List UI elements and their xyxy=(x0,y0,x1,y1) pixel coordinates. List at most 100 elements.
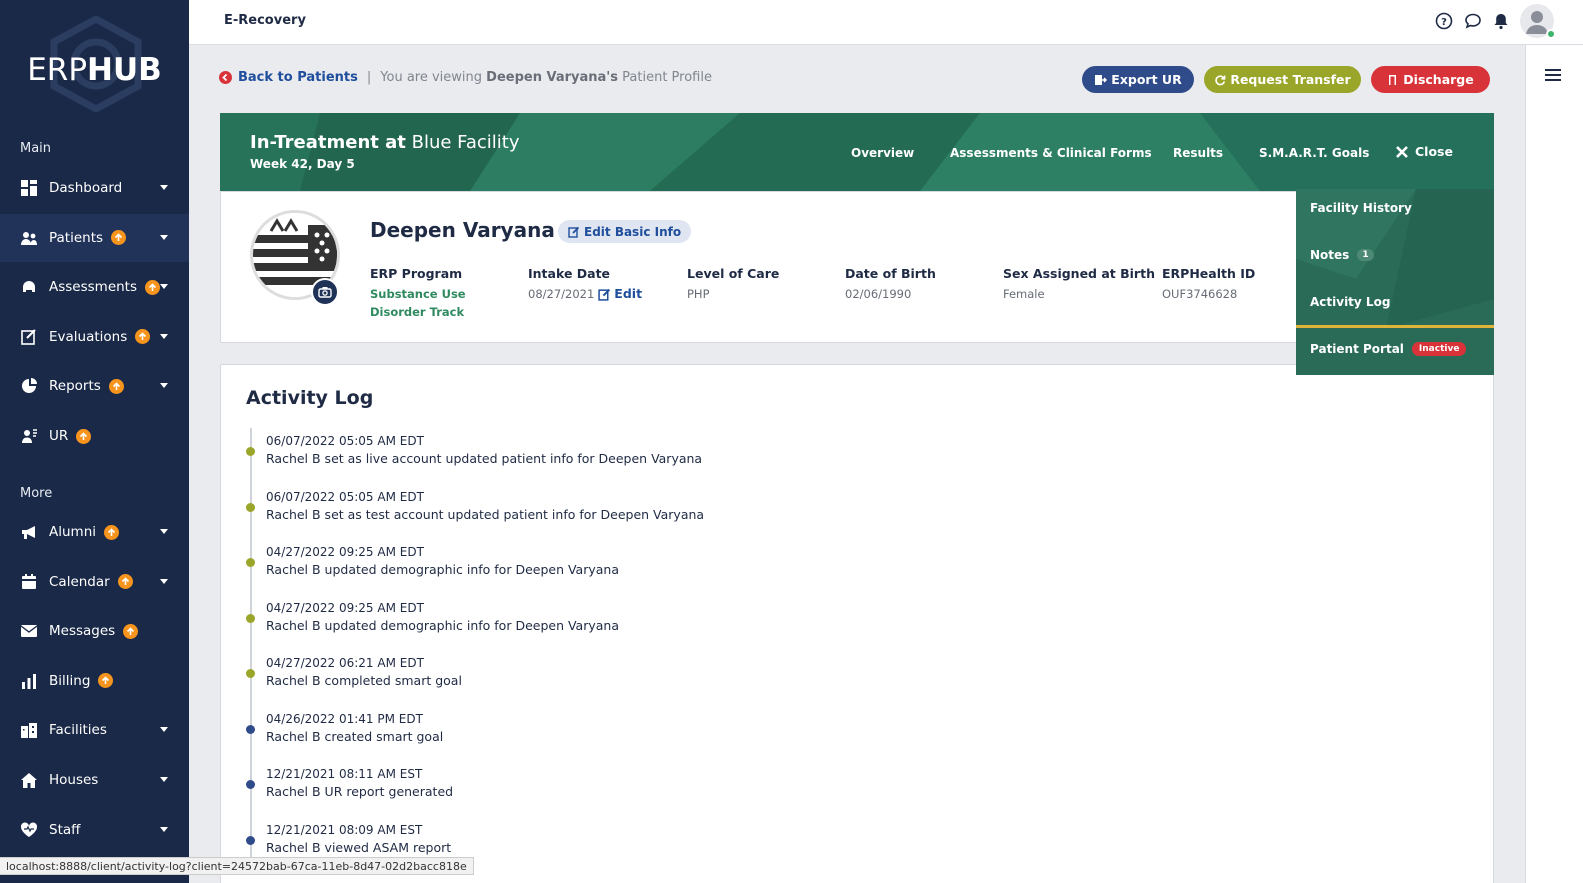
activity-timestamp: 04/27/2022 09:25 AM EDT xyxy=(266,600,424,615)
sidebar-item-label: Alumni xyxy=(49,524,96,540)
activity-entry: 04/26/2022 01:41 PM EDT Rachel B created … xyxy=(266,712,443,744)
patient-menu-dropdown: Facility History Notes 1 Activity Log Pa… xyxy=(1296,189,1494,375)
sidebar-item-label: Assessments xyxy=(49,279,138,296)
erphub-logo[interactable]: ERPHUB xyxy=(0,14,189,114)
timeline-dot xyxy=(246,835,255,845)
edit-icon xyxy=(598,288,611,301)
edit-basic-info-button[interactable]: Edit Basic Info xyxy=(558,220,692,243)
sidebar-item-houses[interactable]: Houses xyxy=(0,756,189,804)
intake-date-edit-link[interactable]: Edit xyxy=(598,285,642,303)
activity-entry: 06/07/2022 05:05 AM EDT Rachel B set as t… xyxy=(266,490,704,522)
intake-date-label: Intake Date xyxy=(528,266,611,281)
intake-date-value: 08/27/2021 xyxy=(528,287,595,301)
hamburger-menu-icon[interactable] xyxy=(1545,69,1561,81)
calendar-icon xyxy=(20,573,38,591)
arrow-up-circle-icon xyxy=(98,673,114,689)
tab-smart-goals[interactable]: S.M.A.R.T. Goals xyxy=(1259,146,1369,160)
date-of-birth-value: 02/06/1990 xyxy=(845,287,912,301)
field-sex-assigned: Sex Assigned at Birth Female xyxy=(1003,266,1155,303)
sidebar-item-label: Calendar xyxy=(49,573,110,590)
request-transfer-button[interactable]: Request Transfer xyxy=(1204,66,1361,93)
field-date-of-birth: Date of Birth 02/06/1990 xyxy=(845,266,936,303)
sidebar-item-label: Billing xyxy=(49,672,91,689)
sidebar-item-label: UR xyxy=(49,428,69,444)
sidebar-item-billing[interactable]: Billing xyxy=(0,657,189,705)
facility-name: Blue Facility xyxy=(411,132,520,153)
date-of-birth-label: Date of Birth xyxy=(845,266,936,281)
sidebar-item-calendar[interactable]: Calendar xyxy=(0,558,189,606)
chevron-down-icon xyxy=(160,777,168,782)
chevron-down-icon xyxy=(160,185,168,190)
sidebar-item-dashboard[interactable]: Dashboard xyxy=(0,164,189,212)
activity-timestamp: 06/07/2022 05:05 AM EDT xyxy=(266,434,424,448)
export-ur-label: Export UR xyxy=(1111,72,1182,87)
chevron-down-icon xyxy=(160,529,168,534)
activity-entry: 06/07/2022 05:05 AM EDT Rachel B set as l… xyxy=(266,434,702,466)
sidebar-item-facilities[interactable]: Facilities xyxy=(0,706,189,754)
notes-label: Notes xyxy=(1310,248,1350,262)
refresh-icon xyxy=(1215,74,1226,85)
top-bar: E-Recovery ? xyxy=(189,0,1583,45)
menu-notes[interactable]: Notes 1 xyxy=(1310,248,1374,262)
activity-timestamp: 12/21/2021 08:11 AM EST xyxy=(266,767,423,781)
svg-text:?: ? xyxy=(1441,17,1447,28)
sidebar-item-messages[interactable]: Messages xyxy=(0,607,189,655)
sidebar-item-assessments[interactable]: Assessments xyxy=(0,263,189,311)
sidebar-item-label: Houses xyxy=(49,772,99,788)
activity-entry: 12/21/2021 08:11 AM EST Rachel B UR repor… xyxy=(266,767,453,799)
arrow-up-circle-icon xyxy=(123,623,139,639)
sidebar-item-alumni[interactable]: Alumni xyxy=(0,508,189,556)
timeline-dot xyxy=(246,780,255,789)
sidebar-item-patients[interactable]: Patients xyxy=(0,213,189,262)
camera-upload-icon[interactable] xyxy=(311,278,339,306)
close-menu-button[interactable]: Close xyxy=(1395,144,1453,159)
tab-overview[interactable]: Overview xyxy=(851,146,914,160)
sidebar-item-reports[interactable]: Reports xyxy=(0,362,189,410)
sex-assigned-value: Female xyxy=(1003,287,1045,301)
patient-portal-label: Patient Portal xyxy=(1310,342,1404,356)
alumni-icon xyxy=(20,523,38,541)
browser-status-url: localhost:8888/client/activity-log?clien… xyxy=(0,857,474,875)
arrow-up-circle-icon xyxy=(76,428,92,444)
close-label: Close xyxy=(1415,144,1453,159)
sidebar-item-staff[interactable]: Staff xyxy=(0,806,189,854)
help-icon[interactable]: ? xyxy=(1435,12,1453,30)
export-ur-button[interactable]: Export UR xyxy=(1082,66,1194,93)
sidebar-item-label: Reports xyxy=(49,378,101,395)
menu-patient-portal[interactable]: Patient Portal Inactive xyxy=(1310,342,1467,356)
logo-text: ERPHUB xyxy=(27,52,162,88)
erphealth-id-label: ERPHealth ID xyxy=(1162,266,1256,281)
field-erphealth-id: ERPHealth ID OUF3746628 xyxy=(1162,266,1255,303)
timeline-dot xyxy=(246,447,255,456)
evaluations-icon xyxy=(20,328,38,346)
level-of-care-label: Level of Care xyxy=(687,266,780,281)
arrow-up-circle-icon xyxy=(104,524,119,540)
sidebar-item-label: Patients xyxy=(49,229,104,246)
houses-icon xyxy=(20,771,38,789)
activity-description: Rachel B created smart goal xyxy=(266,728,444,744)
activity-entry: 04/27/2022 09:25 AM EDT Rachel B updated … xyxy=(266,545,619,577)
chevron-down-icon xyxy=(160,284,168,290)
activity-description: Rachel B updated demographic info for De… xyxy=(266,617,619,633)
activity-log-menu-label: Activity Log xyxy=(1310,295,1391,309)
activity-timestamp: 04/26/2022 01:41 PM EDT xyxy=(266,711,423,726)
sidebar-item-ur[interactable]: UR xyxy=(0,412,189,460)
activity-description: Rachel B set as live account updated pat… xyxy=(266,451,703,466)
discharge-label: Discharge xyxy=(1403,72,1474,87)
erp-program-link[interactable]: Substance Use Disorder Track xyxy=(370,285,520,321)
back-arrow-icon xyxy=(219,71,232,84)
tab-results[interactable]: Results xyxy=(1173,146,1223,160)
sidebar-item-evaluations[interactable]: Evaluations xyxy=(0,313,189,361)
notifications-bell-icon[interactable] xyxy=(1492,12,1510,30)
activity-timestamp: 04/27/2022 09:25 AM EDT xyxy=(266,545,424,559)
chevron-down-icon xyxy=(160,826,168,832)
back-to-patients-link[interactable]: Back to Patients xyxy=(219,70,358,85)
chat-icon[interactable] xyxy=(1464,12,1482,30)
online-status-dot xyxy=(1546,29,1556,39)
app-title: E-Recovery xyxy=(224,13,306,28)
menu-facility-history[interactable]: Facility History xyxy=(1310,201,1412,215)
tab-assessments-clinical-forms[interactable]: Assessments & Clinical Forms xyxy=(950,146,1152,160)
discharge-button[interactable]: Discharge xyxy=(1371,66,1490,93)
user-avatar[interactable] xyxy=(1520,4,1556,39)
menu-activity-log[interactable]: Activity Log xyxy=(1310,295,1390,309)
